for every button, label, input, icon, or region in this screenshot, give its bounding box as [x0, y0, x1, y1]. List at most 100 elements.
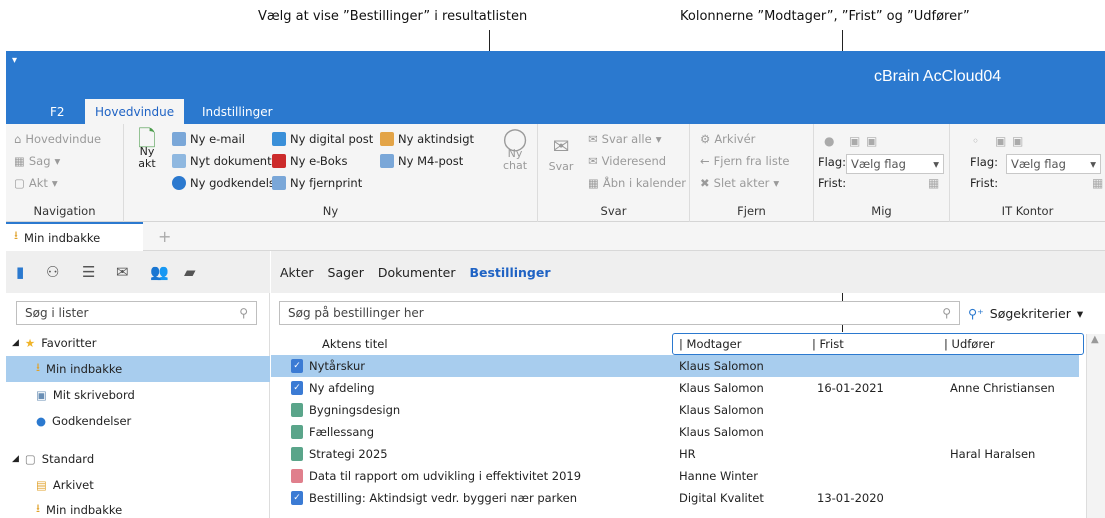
m4-post-icon — [380, 154, 394, 168]
nav-sag-button[interactable]: ▦ Sag ▾ — [14, 154, 60, 168]
tree-group-standard[interactable]: ◢ ▢ Standard — [6, 446, 270, 472]
tree-item-godkendelser[interactable]: ● Godkendelser — [6, 408, 270, 434]
mig-flag-label: Flag: — [818, 155, 847, 169]
scrollbar[interactable]: ▲ — [1086, 334, 1105, 518]
tree-item-min-indbakke[interactable]: ⭳ Min indbakke — [6, 356, 270, 382]
search-icon: ⚲ — [239, 306, 248, 320]
bestillinger-search-input[interactable]: Søg på bestillinger her ⚲ — [279, 301, 960, 325]
document-icon: ▢ — [14, 176, 25, 190]
add-tab-button[interactable]: + — [158, 227, 171, 246]
ribbon-group-svar: ✉ Svar ✉ Svar alle ▾ ✉ Videresend ▦ Åbn i ka… — [538, 124, 690, 222]
table-row[interactable]: Bygningsdesign Klaus Salomon — [271, 399, 1079, 421]
email-icon — [172, 132, 186, 146]
case-icon: ▦ — [14, 154, 25, 168]
cell-modtager: Klaus Salomon — [679, 425, 764, 439]
mig-flag-dropdown[interactable]: Vælg flag ▾ — [846, 154, 944, 174]
reply-all-icon: ✉ — [588, 132, 598, 146]
tree-group-favoritter[interactable]: ◢ ★ Favoritter — [6, 330, 270, 356]
scroll-up-arrow-icon[interactable]: ▲ — [1091, 334, 1099, 345]
arrow-left-icon: ← — [700, 154, 710, 168]
table-row[interactable]: Fællessang Klaus Salomon — [271, 421, 1079, 443]
forward-icon: ✉ — [588, 154, 598, 168]
soegekriterier-button[interactable]: ⚲⁺ Søgekriterier ▾ — [968, 301, 1083, 325]
mig-calendar-icon[interactable]: ▦ — [928, 176, 939, 190]
svar-button[interactable]: ✉ Svar — [548, 134, 574, 173]
ny-aktindsigt-button[interactable]: Ny aktindsigt — [380, 132, 474, 146]
inbox-icon: ⭳ — [36, 500, 41, 515]
cell-modtager: Klaus Salomon — [679, 403, 764, 417]
table-row[interactable]: Strategi 2025 HR Haral Haralsen — [271, 443, 1079, 465]
ny-chat-button[interactable]: ◯ Ny chat — [498, 127, 532, 172]
cell-modtager: Klaus Salomon — [679, 381, 764, 395]
fjern-fra-liste-button[interactable]: ← Fjern fra liste — [700, 154, 789, 168]
videresend-button[interactable]: ✉ Videresend — [588, 154, 666, 168]
it-flag-dropdown[interactable]: Vælg flag ▾ — [1006, 154, 1101, 174]
group-label-fjern: Fjern — [737, 204, 766, 218]
tree-item-min-indbakke-standard[interactable]: ⭳ Min indbakke — [6, 497, 270, 518]
left-toolbar: ▮ ⚇ ☰ ✉ 👥 ▰ — [6, 251, 270, 293]
ny-digital-post-button[interactable]: Ny digital post — [272, 132, 373, 146]
slet-akter-button[interactable]: ✖ Slet akter ▾ — [700, 176, 779, 190]
annotation-columns: Kolonnerne ”Modtager”, ”Frist” og ”Udfør… — [680, 9, 970, 24]
inbox-icon: ⭳ — [14, 228, 19, 242]
svar-alle-button[interactable]: ✉ Svar alle ▾ — [588, 132, 661, 146]
doc-tab-min-indbakke[interactable]: ⭳ Min indbakke — [6, 222, 143, 251]
list-search-input[interactable]: Søg i lister ⚲ — [16, 301, 257, 325]
it-calendar-icon[interactable]: ▦ — [1092, 176, 1103, 190]
view-tab-dokumenter[interactable]: Dokumenter — [378, 265, 456, 280]
tab-hovedvindue[interactable]: Hovedvindue — [85, 99, 185, 125]
attachment-icon: ▣ — [995, 134, 1007, 148]
ny-m4-post-button[interactable]: Ny M4-post — [380, 154, 463, 168]
tab-indstillinger[interactable]: Indstillinger — [192, 100, 283, 124]
delete-icon: ✖ — [700, 176, 710, 190]
ny-fjernprint-button[interactable]: Ny fjernprint — [272, 176, 362, 190]
table-row[interactable]: ✓ Ny afdeling Klaus Salomon 16-01-2021 Anne … — [271, 377, 1079, 399]
folder-icon[interactable]: ▰ — [184, 263, 196, 281]
ribbon-group-navigation: ⌂ Hovedvindue ▦ Sag ▾ ▢ Akt ▾ Navigation — [6, 124, 124, 222]
tree-item-mit-skrivebord[interactable]: ▣ Mit skrivebord — [6, 382, 270, 408]
star-icon: ★ — [24, 336, 36, 350]
view-tab-akter[interactable]: Akter — [280, 265, 314, 280]
mig-frist-label: Frist: — [818, 176, 847, 190]
people-icon[interactable]: 👥 — [150, 263, 169, 281]
calendar-icon: ▦ — [588, 176, 599, 190]
bestilling-check-icon: ✓ — [291, 359, 303, 373]
cell-title: Data til rapport om udvikling i effektiv… — [309, 469, 582, 483]
quick-access-menu-icon[interactable]: ▾ — [12, 55, 17, 66]
ny-eboks-button[interactable]: Ny e-Boks — [272, 154, 347, 168]
table-row[interactable]: ✓ Nytårskur Klaus Salomon — [271, 355, 1079, 377]
nav-akt-button[interactable]: ▢ Akt ▾ — [14, 176, 58, 190]
approval-icon — [172, 176, 186, 190]
view-tab-sager[interactable]: Sager — [328, 265, 364, 280]
nyt-dokument-button[interactable]: Nyt dokument — [172, 154, 272, 168]
group-label-svar: Svar — [600, 204, 627, 218]
table-row[interactable]: Data til rapport om udvikling i effektiv… — [271, 465, 1079, 487]
desktop-icon: ▣ — [36, 388, 47, 402]
it-frist-label: Frist: — [970, 176, 999, 190]
ny-akt-button[interactable]: 🗋 Ny akt — [132, 129, 162, 170]
ny-godkendelse-button[interactable]: Ny godkendelse — [172, 176, 282, 190]
arkiver-button[interactable]: ⚙ Arkivér — [700, 132, 755, 146]
document-icon — [172, 154, 186, 168]
document-icon — [291, 403, 303, 417]
aabn-kalender-button[interactable]: ▦ Åbn i kalender — [588, 176, 686, 190]
documents-icon[interactable]: ▮ — [16, 263, 24, 281]
search-icon: ⚲ — [942, 306, 951, 320]
view-tab-bestillinger[interactable]: Bestillinger — [469, 265, 550, 280]
cell-title: Strategi 2025 — [309, 447, 388, 461]
ribbon-group-fjern: ⚙ Arkivér ← Fjern fra liste ✖ Slet akter ▾ F… — [690, 124, 814, 222]
ny-email-button[interactable]: Ny e-mail — [172, 132, 245, 146]
nav-hovedvindue-button[interactable]: ⌂ Hovedvindue — [14, 132, 101, 146]
mailbox-icon[interactable]: ✉ — [116, 263, 129, 281]
hierarchy-icon[interactable]: ⚇ — [46, 263, 59, 281]
home-icon: ⌂ — [14, 132, 22, 146]
list-icon[interactable]: ☰ — [82, 263, 95, 281]
chat-icon: ◯ — [502, 127, 528, 152]
image-icon: ▣ — [866, 134, 878, 148]
digital-post-icon — [272, 132, 286, 146]
column-header-title[interactable]: Aktens titel — [322, 333, 388, 355]
table-row[interactable]: ✓ Bestilling: Aktindsigt vedr. byggeri næ… — [271, 487, 1079, 509]
approval-icon: ● — [36, 414, 47, 428]
tree-item-arkivet[interactable]: ▤ Arkivet — [6, 472, 270, 498]
tab-f2[interactable]: F2 — [40, 100, 75, 124]
